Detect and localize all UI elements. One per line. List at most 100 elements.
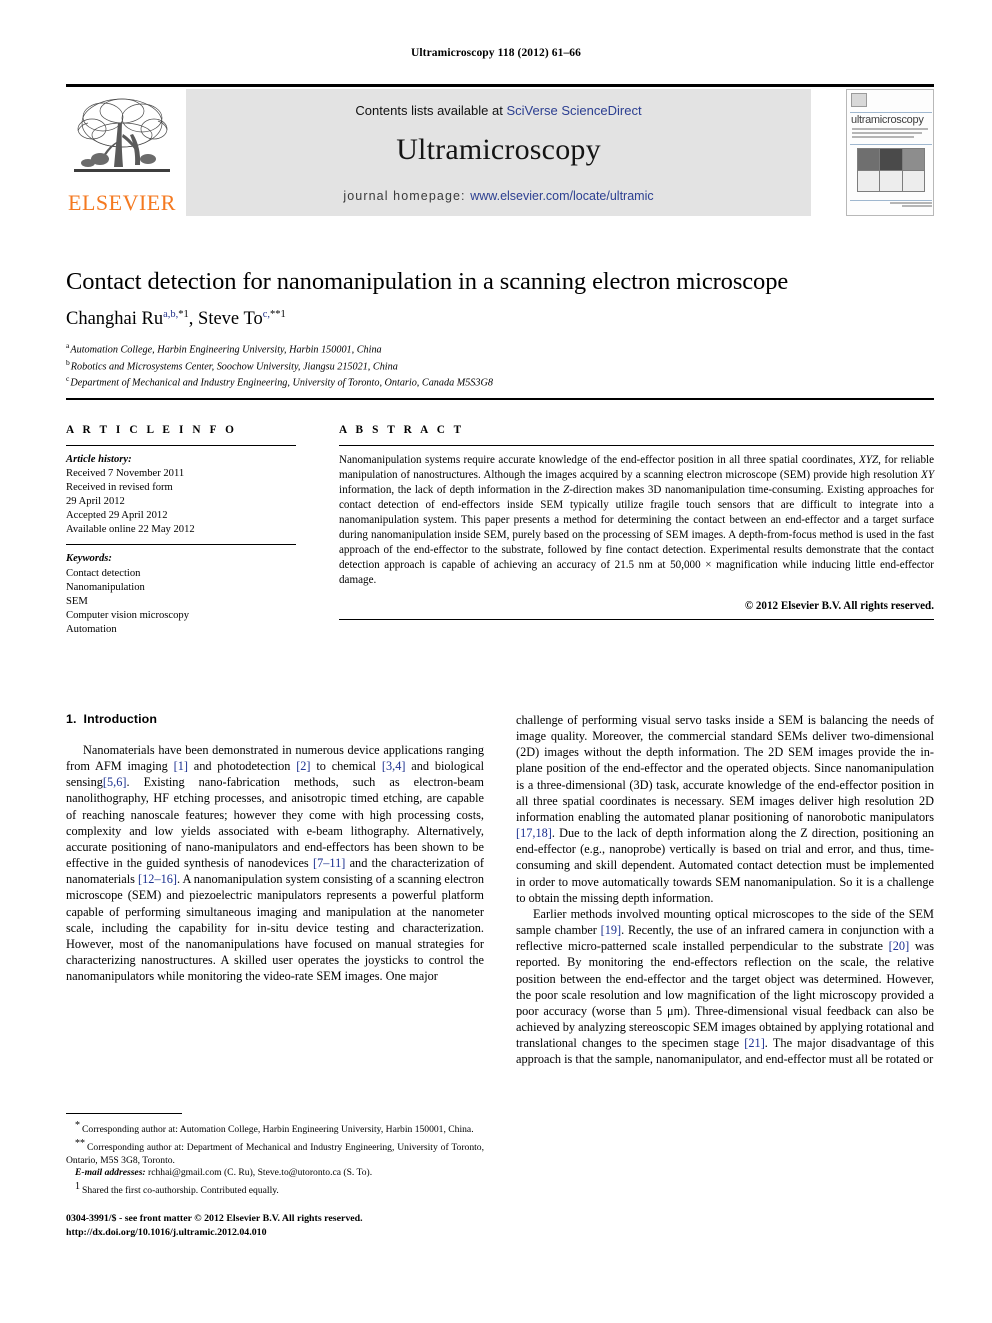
contents-prefix: Contents lists available at: [355, 103, 507, 118]
cover-rule-top: [850, 112, 932, 113]
section-title: Introduction: [83, 712, 158, 726]
paper-page: Ultramicroscopy 118 (2012) 61–66 ELSEVIE…: [0, 0, 992, 1323]
footnote-email-item: E-mail addresses: rchhai@gmail.com (C. R…: [66, 1167, 484, 1180]
abstract-column: A B S T R A C T Nanomanipulation systems…: [339, 424, 934, 621]
article-history-item: Accepted 29 April 2012: [66, 510, 168, 522]
abstract-rule: [339, 445, 934, 446]
author-list: Changhai Rua,b,*1, Steve Toc,**1: [66, 309, 934, 330]
copyright-line: © 2012 Elsevier B.V. All rights reserved…: [744, 600, 934, 613]
author-name: Steve To: [198, 309, 263, 330]
keywords-block: Keywords: Contact detection Nanomanipula…: [66, 552, 296, 636]
article-info-rule: [66, 445, 296, 446]
affiliation-mark: b: [66, 357, 70, 367]
cover-image-cell: [858, 149, 880, 170]
text-seg: . Due to the lack of depth information a…: [516, 826, 934, 905]
affiliation-list: aAutomation College, Harbin Engineering …: [66, 341, 934, 392]
email-label: E-mail addresses:: [75, 1167, 146, 1179]
running-head: Ultramicroscopy 118 (2012) 61–66: [410, 47, 582, 59]
body-column-left: 1. Introduction Nanomaterials have been d…: [66, 712, 484, 984]
cover-image-cell: [902, 149, 924, 170]
article-history-item: 29 April 2012: [66, 496, 125, 508]
keyword-item: Contact detection: [66, 567, 141, 579]
doi-link[interactable]: http://dx.doi.org/10.1016/j.ultramic.201…: [66, 1226, 496, 1240]
section-heading-introduction: 1. Introduction: [66, 712, 484, 726]
body-column-right: challenge of performing visual servo tas…: [516, 712, 934, 1067]
imprint-block: 0304-3991/$ - see front matter © 2012 El…: [66, 1212, 496, 1239]
journal-title: Ultramicroscopy: [396, 133, 601, 166]
abstract-seg: information, the lack of depth informati…: [339, 484, 564, 497]
article-info-heading: A R T I C L E I N F O: [66, 424, 237, 436]
keyword-item: Computer vision microscopy: [66, 609, 189, 621]
author-footnote-mark: 1: [280, 309, 286, 321]
citation-ref[interactable]: [12–16]: [138, 872, 177, 886]
affiliation-item: cDepartment of Mechanical and Industry E…: [66, 374, 934, 391]
citation-ref[interactable]: [19]: [601, 923, 622, 937]
homepage-label: journal homepage:: [343, 189, 471, 203]
corresponding-symbol: **: [270, 309, 281, 321]
sciencedirect-link[interactable]: SciVerse ScienceDirect: [506, 103, 641, 118]
citation-ref[interactable]: [17,18]: [516, 826, 552, 840]
cover-footer-lines: [887, 202, 932, 212]
footnote-item: 1 Shared the first co-authorship. Contrib…: [66, 1180, 484, 1198]
paragraph: challenge of performing visual servo tas…: [516, 712, 934, 906]
keywords-divider: [66, 544, 296, 546]
article-info-column: A R T I C L E I N F O Article history: R…: [66, 424, 296, 637]
text-seg: and photodetection: [187, 759, 297, 774]
author-affiliation-mark: c,: [262, 309, 270, 321]
paragraph: Earlier methods involved mounting optica…: [516, 906, 934, 1068]
footnote-text: Corresponding author at: Department of M…: [66, 1142, 484, 1166]
keywords-label: Keywords:: [66, 553, 112, 565]
page-title: Contact detection for nanomanipulation i…: [66, 268, 789, 295]
citation-ref[interactable]: [2]: [296, 759, 310, 773]
affiliation-item: aAutomation College, Harbin Engineering …: [66, 341, 934, 358]
affiliation-mark: a: [66, 340, 70, 350]
article-history-item: Received 7 November 2011: [66, 468, 185, 480]
email-addresses[interactable]: rchhai@gmail.com (C. Ru), Steve.to@utoro…: [146, 1167, 372, 1178]
article-history-block: Article history: Received 7 November 201…: [66, 453, 296, 537]
issn-front-matter: 0304-3991/$ - see front matter © 2012 El…: [66, 1213, 363, 1224]
footnote-mark: **: [75, 1137, 85, 1149]
affiliation-text: Robotics and Microsystems Center, Soocho…: [70, 360, 398, 372]
text-seg: challenge of performing visual servo tas…: [516, 713, 934, 824]
journal-homepage-link[interactable]: www.elsevier.com/locate/ultramic: [470, 189, 653, 203]
cover-image-cell: [880, 149, 902, 170]
citation-ref[interactable]: [1]: [174, 759, 188, 773]
elsevier-logo: ELSEVIER: [66, 89, 178, 216]
abstract-bottom-rule: [339, 619, 934, 621]
footnote-item: * Corresponding author at: Automation Col…: [66, 1119, 484, 1137]
citation-ref[interactable]: [5,6]: [103, 775, 127, 789]
masthead-top-rule: [66, 84, 934, 87]
abstract-xy: XY: [921, 469, 934, 482]
abstract-heading: A B S T R A C T: [339, 424, 465, 436]
citation-ref[interactable]: [21]: [744, 1036, 765, 1050]
affiliation-item: bRobotics and Microsystems Center, Sooch…: [66, 358, 934, 375]
title-bottom-rule: [66, 398, 934, 400]
contents-band: Contents lists available at SciVerse Sci…: [186, 89, 811, 216]
keyword-item: Automation: [66, 623, 117, 635]
author-affiliation-mark: a,b,: [163, 309, 179, 321]
citation-ref[interactable]: [7–11]: [313, 856, 345, 870]
cover-publisher-mark: [851, 93, 867, 107]
footnote-block: * Corresponding author at: Automation Col…: [66, 1113, 484, 1198]
elsevier-tree-icon: [74, 98, 170, 172]
elsevier-wordmark: ELSEVIER: [68, 190, 176, 215]
paragraph: Nanomaterials have been demonstrated in …: [66, 742, 484, 984]
cover-image-cell: [858, 170, 880, 191]
affiliation-text: Department of Mechanical and Industry En…: [70, 377, 493, 389]
footnote-mark: 1: [75, 1181, 80, 1192]
cover-image-cell: [902, 170, 924, 191]
citation-ref[interactable]: [20]: [889, 939, 910, 953]
journal-masthead: ELSEVIER Contents lists available at Sci…: [66, 84, 934, 216]
text-seg: to chemical: [310, 759, 382, 774]
keyword-item: Nanomanipulation: [66, 581, 145, 593]
author-name: Changhai Ru: [66, 309, 164, 330]
abstract-text: Nanomanipulation systems require accurat…: [339, 453, 934, 588]
affiliation-mark: c: [66, 374, 70, 384]
footnote-rule: [66, 1113, 182, 1114]
citation-ref[interactable]: [3,4]: [382, 759, 406, 773]
text-seg: . A nanomanipulation system consisting o…: [66, 872, 485, 984]
abstract-seg: -direction makes 3D nanomanipulation tim…: [339, 484, 935, 587]
cover-rule-mid: [850, 144, 932, 145]
footnote-text: Corresponding author at: Automation Coll…: [82, 1124, 474, 1136]
cover-title: ultramicroscopy: [851, 114, 924, 126]
